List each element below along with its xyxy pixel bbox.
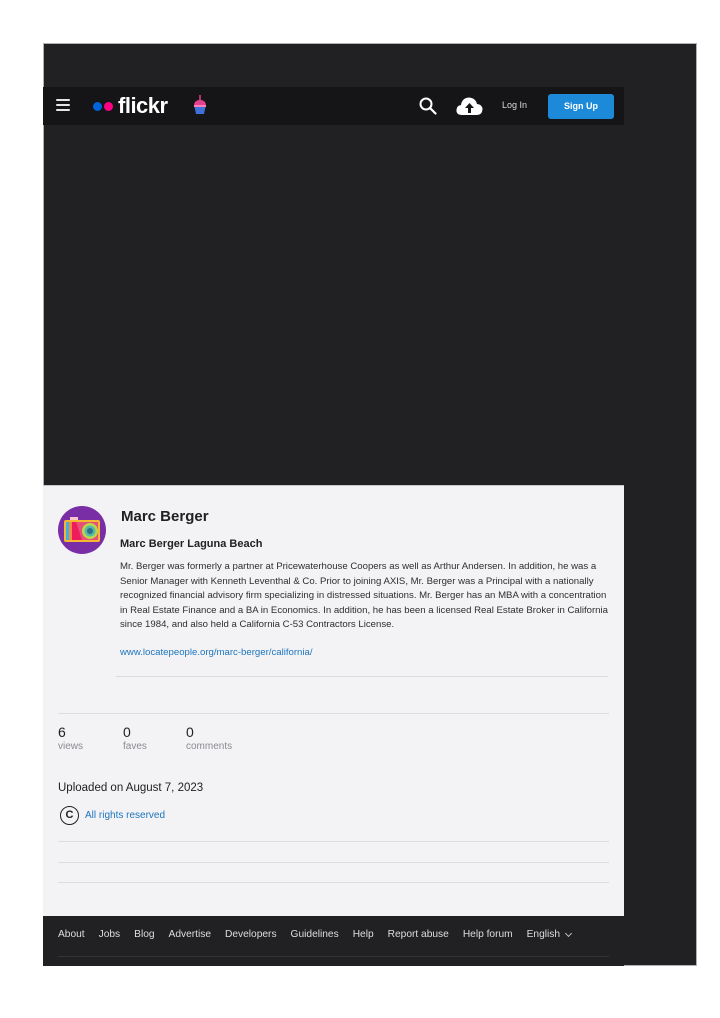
cupcake-icon[interactable] bbox=[193, 95, 207, 115]
photo-info-panel: Marc Berger Marc Berger Laguna Beach Mr.… bbox=[43, 485, 624, 916]
stat-views: 6 views bbox=[58, 724, 83, 752]
license-link[interactable]: All rights reserved bbox=[85, 810, 165, 821]
stat-value: 0 bbox=[186, 724, 194, 740]
camera-avatar-icon bbox=[64, 517, 100, 542]
divider bbox=[58, 841, 609, 842]
stat-label: comments bbox=[186, 741, 233, 752]
language-selector[interactable]: English bbox=[526, 929, 573, 940]
site-footer: About Jobs Blog Advertise Developers Gui… bbox=[43, 916, 624, 966]
owner-name-link[interactable]: Marc Berger bbox=[121, 508, 209, 525]
footer-link-developers[interactable]: Developers bbox=[225, 929, 277, 940]
footer-link-help[interactable]: Help bbox=[353, 929, 374, 940]
description-link[interactable]: www.locatepeople.org/marc-berger/califor… bbox=[120, 647, 313, 658]
footer-link-jobs[interactable]: Jobs bbox=[99, 929, 121, 940]
stat-value: 0 bbox=[123, 724, 131, 740]
footer-link-guidelines[interactable]: Guidelines bbox=[291, 929, 339, 940]
cloud-upload-icon[interactable] bbox=[456, 96, 483, 116]
top-navigation-bar: flickr Log In Sign Up bbox=[43, 87, 624, 125]
flickr-logo[interactable]: flickr bbox=[93, 93, 168, 119]
divider bbox=[58, 862, 609, 863]
footer-divider bbox=[58, 956, 609, 957]
divider bbox=[58, 882, 609, 883]
photo-description: Mr. Berger was formerly a partner at Pri… bbox=[120, 561, 608, 630]
footer-link-blog[interactable]: Blog bbox=[134, 929, 154, 940]
logo-pink-dot bbox=[104, 101, 113, 111]
sign-up-button[interactable]: Sign Up bbox=[548, 94, 614, 119]
divider bbox=[58, 713, 609, 714]
photo-title: Marc Berger Laguna Beach bbox=[120, 538, 263, 550]
search-icon[interactable] bbox=[419, 97, 437, 115]
log-in-link[interactable]: Log In bbox=[502, 100, 527, 110]
stat-faves: 0 faves bbox=[123, 724, 147, 752]
footer-links: About Jobs Blog Advertise Developers Gui… bbox=[58, 929, 573, 940]
footer-link-report-abuse[interactable]: Report abuse bbox=[388, 929, 449, 940]
copyright-icon: C bbox=[60, 806, 79, 825]
divider bbox=[116, 676, 608, 677]
footer-link-about[interactable]: About bbox=[58, 929, 85, 940]
language-label: English bbox=[526, 929, 561, 940]
stat-value: 6 bbox=[58, 724, 66, 740]
license-row: C All rights reserved bbox=[60, 806, 165, 825]
footer-link-advertise[interactable]: Advertise bbox=[169, 929, 211, 940]
logo-blue-dot bbox=[93, 101, 102, 111]
logo-text: flickr bbox=[118, 93, 168, 118]
avatar[interactable] bbox=[58, 506, 106, 554]
stat-label: faves bbox=[123, 741, 147, 752]
chevron-down-icon bbox=[565, 929, 573, 937]
upload-date: Uploaded on August 7, 2023 bbox=[58, 782, 204, 794]
hamburger-menu-icon[interactable] bbox=[56, 99, 70, 113]
stat-label: views bbox=[58, 741, 84, 752]
stat-comments: 0 comments bbox=[186, 724, 232, 752]
footer-link-help-forum[interactable]: Help forum bbox=[463, 929, 513, 940]
